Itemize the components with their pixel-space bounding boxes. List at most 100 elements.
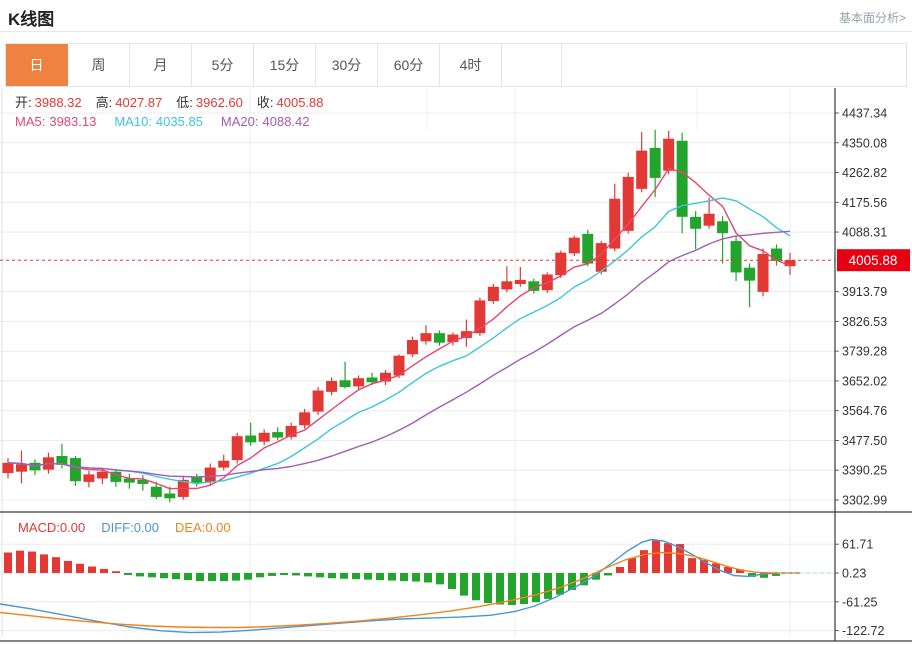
macd-bar [280, 573, 288, 575]
y-tick-label: 4088.31 [842, 226, 887, 240]
macd-bar [292, 573, 300, 576]
macd-bar [256, 573, 264, 578]
macd-bar [304, 573, 312, 577]
page-title: K线图 [8, 10, 55, 29]
y-tick-label: 3739.28 [842, 345, 887, 359]
tab-日[interactable]: 日 [6, 44, 68, 86]
macd-bar [136, 573, 144, 577]
current-price-label: 4005.88 [849, 253, 898, 268]
candle-body [433, 333, 445, 343]
candle-body [555, 252, 567, 276]
macd-bar [100, 568, 108, 573]
ma-info-row: MA5: 3983.13 MA10: 4035.85 MA20: 4088.42 [15, 114, 310, 129]
kline-page: K线图 基本面分析> 日周月 5分 15分 30分 60分 4时 4005.88 4437.… [0, 0, 912, 645]
y-tick-label: 4350.08 [842, 136, 887, 150]
y-tick-label: 3390.25 [842, 464, 887, 478]
candle-body [744, 267, 756, 281]
y-tick-label: 3477.50 [842, 434, 887, 448]
candle-body [29, 462, 41, 471]
macd-bar [220, 573, 228, 582]
tab-4时[interactable]: 4时 [440, 44, 502, 86]
macd-bar [400, 573, 408, 582]
y-tick-label: 3913.79 [842, 285, 887, 299]
macd-info-row: MACD:0.00 DIFF:0.00 DEA:0.00 [18, 520, 231, 535]
header-divider [0, 31, 912, 32]
macd-bar [460, 573, 468, 596]
candle-body [245, 435, 257, 443]
candle-body [582, 233, 594, 264]
candle-body [272, 432, 284, 438]
candle-body [204, 467, 216, 482]
macd-bar [652, 540, 660, 573]
macd-bar [40, 554, 48, 573]
macd-bar [160, 573, 168, 579]
candle-body [2, 462, 14, 474]
y-tick-label: 4437.34 [842, 107, 887, 121]
macd-bar [352, 573, 360, 580]
candle-body [353, 378, 365, 387]
tab-周[interactable]: 周 [68, 44, 130, 86]
macd-tick-label: 61.71 [842, 538, 873, 552]
y-tick-label: 4262.82 [842, 166, 887, 180]
macd-bar [328, 573, 336, 579]
macd-bar [52, 557, 60, 573]
macd-bar [232, 573, 240, 581]
candle-body [690, 216, 702, 229]
macd-bar [172, 573, 180, 580]
y-tick-label: 3564.76 [842, 404, 887, 418]
macd-bar [148, 573, 156, 578]
tab-spacer [502, 44, 562, 86]
macd-bar [604, 573, 612, 576]
candle-body [568, 237, 580, 254]
candle-body [312, 390, 324, 412]
macd-bar [496, 573, 504, 605]
candle-body [501, 281, 513, 290]
tab-60分[interactable]: 60分 [378, 44, 440, 86]
macd-bar [112, 571, 120, 573]
macd-bar [76, 563, 84, 573]
tab-5分[interactable]: 5分 [192, 44, 254, 86]
candle-body [299, 412, 311, 426]
candle-body [258, 432, 270, 442]
macd-bar [484, 573, 492, 604]
y-tick-label: 3652.02 [842, 374, 887, 388]
candle-body [663, 138, 675, 171]
candle-body [730, 241, 742, 273]
macd-bar [472, 573, 480, 601]
kline-chart: 4005.88 4437.34 4350.08 4262.82 4175.56 4088.… [0, 88, 912, 642]
macd-bar [628, 558, 636, 573]
candle-body [231, 436, 243, 461]
macd-bar [268, 573, 276, 576]
macd-bar [244, 573, 252, 580]
macd-bar [664, 543, 672, 573]
macd-bar [436, 573, 444, 585]
candle-body [15, 464, 27, 472]
fundamental-analysis-link[interactable]: 基本面分析> [839, 9, 906, 26]
candle-body [703, 213, 715, 226]
candle-body [771, 248, 783, 261]
candle-body [514, 279, 526, 285]
ohlc-info-row: 开: 3988.32 高: 4027.87 低: 3962.60 收: 4005.88 [15, 95, 324, 110]
candle-body [757, 254, 769, 292]
candle-body [164, 493, 176, 499]
candles [2, 129, 796, 503]
candle-body [609, 198, 621, 249]
tab-15分[interactable]: 15分 [254, 44, 316, 86]
candle-body [326, 380, 338, 392]
candle-body [622, 176, 634, 231]
tab-30分[interactable]: 30分 [316, 44, 378, 86]
candle-body [366, 377, 378, 383]
macd-tick-label: -122.72 [842, 624, 884, 638]
macd-bar [208, 573, 216, 582]
macd-bar [316, 573, 324, 578]
macd-bar [64, 560, 72, 573]
y-tick-label: 4175.56 [842, 196, 887, 210]
candle-body [649, 147, 661, 178]
y-axis: 4437.34 4350.08 4262.82 4175.56 4088.31 3913.… [835, 107, 887, 638]
tab-月[interactable]: 月 [130, 44, 192, 86]
candle-body [487, 286, 499, 302]
macd-bar [184, 573, 192, 581]
macd-bar [532, 573, 540, 603]
interval-tab-bar: 日周月 5分 15分 30分 60分 4时 [5, 43, 907, 87]
macd-bar [424, 573, 432, 583]
